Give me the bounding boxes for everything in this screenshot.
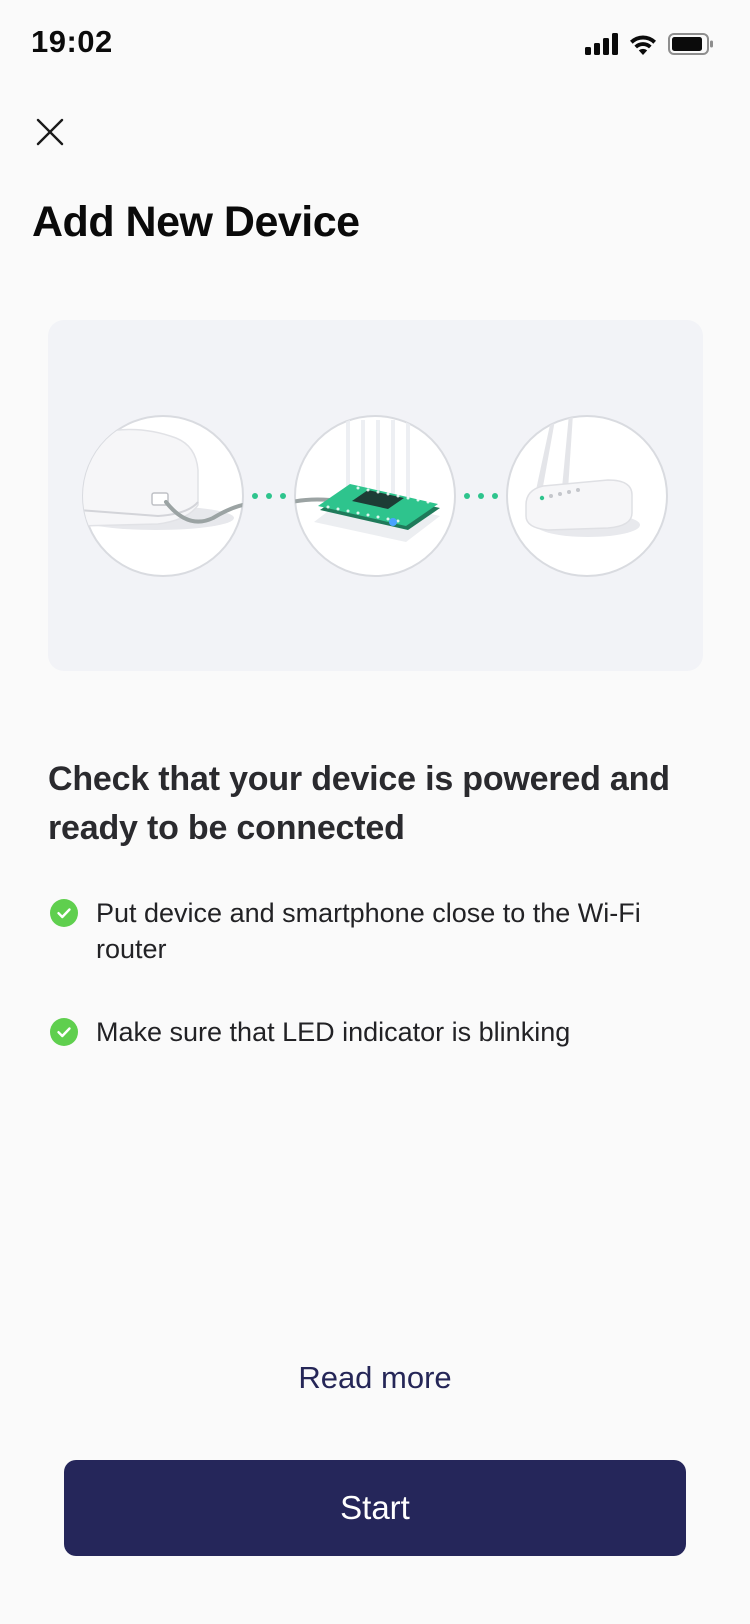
connector-dots-left — [252, 493, 286, 499]
start-button[interactable]: Start — [64, 1460, 686, 1556]
device-power-cable-icon — [82, 415, 244, 577]
status-bar: 19:02 — [0, 0, 750, 90]
checklist-item: Make sure that LED indicator is blinking — [48, 1014, 698, 1050]
add-device-screen: 19:02 Add New Device Check that your dev… — [0, 0, 750, 1624]
wifi-router-icon — [506, 415, 668, 577]
checklist: Put device and smartphone close to the W… — [48, 895, 698, 1050]
page-title: Add New Device — [32, 198, 360, 246]
connector-dots-right — [464, 493, 498, 499]
instructions-heading: Check that your device is powered and re… — [48, 760, 670, 847]
check-circle-icon — [50, 1018, 78, 1046]
circuit-board-icon — [294, 415, 456, 577]
wifi-icon — [630, 35, 656, 55]
check-circle-icon — [50, 899, 78, 927]
read-more-link[interactable]: Read more — [0, 1360, 750, 1396]
status-icons — [585, 30, 714, 58]
close-button[interactable] — [30, 112, 70, 152]
status-time: 19:02 — [31, 24, 113, 59]
checklist-item: Put device and smartphone close to the W… — [48, 895, 698, 967]
setup-illustration — [48, 320, 703, 671]
battery-icon — [668, 33, 713, 55]
checklist-item-text: Make sure that LED indicator is blinking — [96, 1017, 571, 1047]
close-icon — [36, 118, 64, 146]
cellular-signal-icon — [585, 33, 618, 55]
checklist-item-text: Put device and smartphone close to the W… — [96, 898, 641, 964]
